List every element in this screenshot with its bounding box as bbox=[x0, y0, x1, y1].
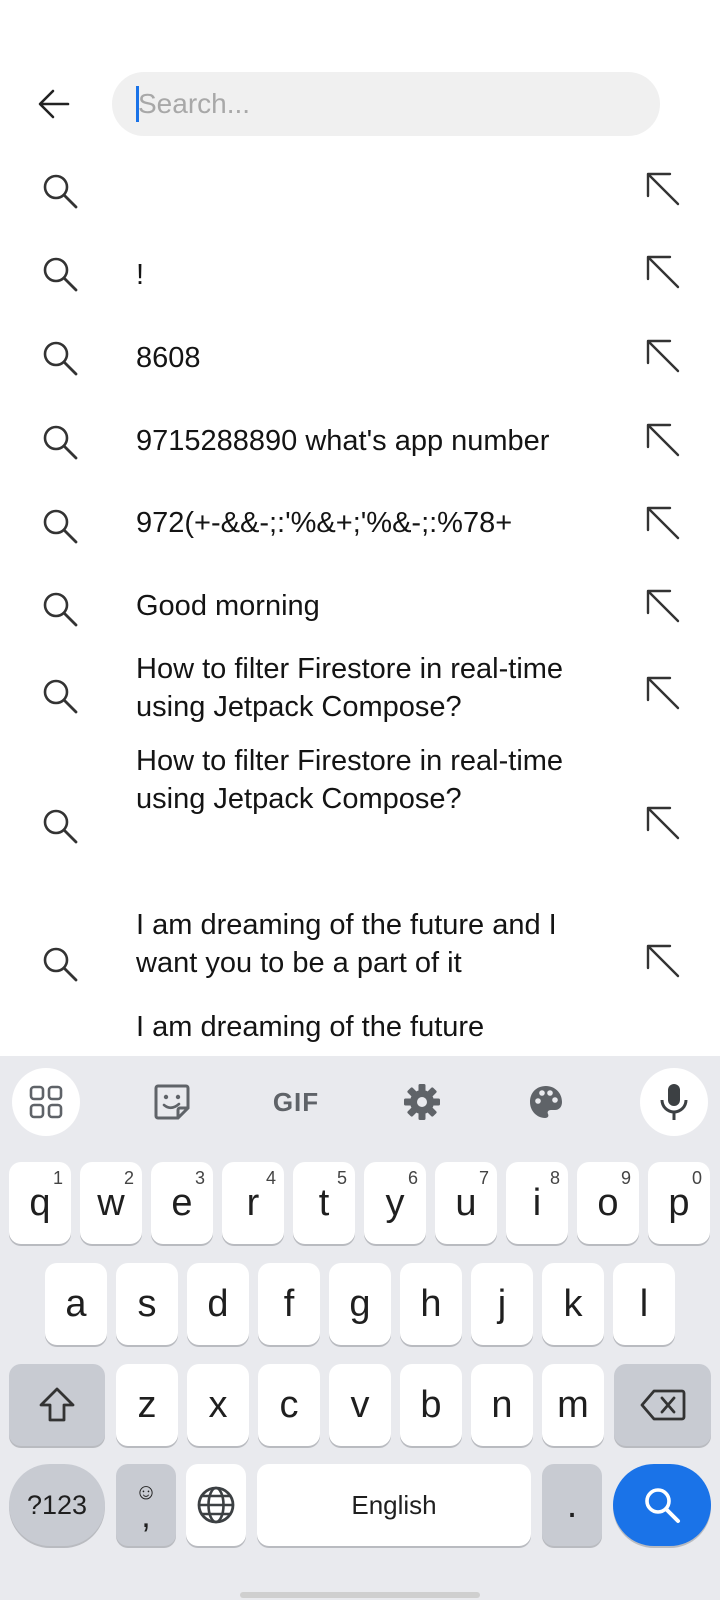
key-n[interactable]: n bbox=[471, 1364, 533, 1446]
text-cursor bbox=[136, 86, 139, 122]
suggestion-text: I am dreaming of the future bbox=[136, 1011, 485, 1043]
search-icon bbox=[43, 425, 78, 460]
key-v[interactable]: v bbox=[329, 1364, 391, 1446]
key-y[interactable]: y6 bbox=[364, 1162, 426, 1244]
globe-icon bbox=[197, 1486, 235, 1524]
key-m[interactable]: m bbox=[542, 1364, 604, 1446]
key-t[interactable]: t5 bbox=[293, 1162, 355, 1244]
arrow-up-left-icon[interactable] bbox=[646, 806, 684, 844]
search-icon bbox=[43, 592, 78, 627]
key-l[interactable]: l bbox=[613, 1263, 675, 1345]
key-q[interactable]: q1 bbox=[9, 1162, 71, 1244]
suggestion-row[interactable]: 9715288890 what's app number bbox=[0, 400, 720, 484]
arrow-up-left-icon[interactable] bbox=[646, 255, 684, 293]
shift-key[interactable] bbox=[9, 1364, 105, 1446]
theme-button[interactable] bbox=[512, 1068, 580, 1136]
keyboard-toolbar: GIF bbox=[0, 1056, 720, 1144]
arrow-up-left-icon[interactable] bbox=[646, 423, 684, 461]
key-e[interactable]: e3 bbox=[151, 1162, 213, 1244]
voice-input-button[interactable] bbox=[640, 1068, 708, 1136]
search-input[interactable] bbox=[138, 72, 638, 136]
suggestion-text: ! bbox=[136, 259, 145, 291]
key-j[interactable]: j bbox=[471, 1263, 533, 1345]
suggestion-row[interactable]: How to filter Firestore in real-time usi… bbox=[0, 742, 720, 900]
suggestion-row[interactable]: I am dreaming of the future and I want y… bbox=[0, 900, 720, 1006]
settings-button[interactable] bbox=[388, 1068, 456, 1136]
arrow-up-left-icon[interactable] bbox=[646, 172, 684, 210]
symbols-key[interactable]: ?123 bbox=[9, 1464, 105, 1546]
key-w[interactable]: w2 bbox=[80, 1162, 142, 1244]
backspace-key[interactable] bbox=[614, 1364, 711, 1446]
suggestion-text: Good morning bbox=[136, 590, 320, 622]
search-icon bbox=[43, 174, 78, 209]
key-a[interactable]: a bbox=[45, 1263, 107, 1345]
microphone-icon bbox=[660, 1084, 688, 1120]
arrow-up-left-icon[interactable] bbox=[646, 589, 684, 627]
key-u[interactable]: u7 bbox=[435, 1162, 497, 1244]
apps-grid-icon bbox=[29, 1085, 63, 1119]
arrow-up-left-icon[interactable] bbox=[646, 339, 684, 377]
suggestion-text: 8608 bbox=[136, 342, 201, 374]
soft-keyboard: GIF q 1 w 2 e 3 r 4 t 5 y 6 u 7 i 8 o 9 … bbox=[0, 1056, 720, 1600]
suggestion-row[interactable]: Good morning bbox=[0, 568, 720, 650]
suggestion-text: 972(+-&&-;:'%&+;'%&-;:%78+ bbox=[136, 507, 513, 539]
search-icon bbox=[43, 679, 78, 714]
suggestion-row[interactable]: 8608 bbox=[0, 316, 720, 400]
suggestion-list: ! 8608 9715288890 what's app number 972(… bbox=[0, 150, 720, 1056]
suggestion-row[interactable]: ! bbox=[0, 232, 720, 316]
suggestion-row[interactable]: I am dreaming of the future bbox=[0, 1006, 720, 1056]
search-icon bbox=[43, 947, 78, 982]
key-r[interactable]: r4 bbox=[222, 1162, 284, 1244]
search-icon bbox=[43, 509, 78, 544]
key-k[interactable]: k bbox=[542, 1263, 604, 1345]
search-action-key[interactable] bbox=[613, 1464, 711, 1546]
language-key[interactable] bbox=[186, 1464, 246, 1546]
key-g[interactable]: g bbox=[329, 1263, 391, 1345]
backspace-icon bbox=[640, 1389, 685, 1421]
comma-key[interactable]: ☺ , bbox=[116, 1464, 176, 1546]
key-o[interactable]: o9 bbox=[577, 1162, 639, 1244]
period-key[interactable]: . bbox=[542, 1464, 602, 1546]
search-icon bbox=[43, 341, 78, 376]
key-h[interactable]: h bbox=[400, 1263, 462, 1345]
key-d[interactable]: d bbox=[187, 1263, 249, 1345]
search-field[interactable] bbox=[112, 72, 660, 136]
search-icon bbox=[645, 1488, 680, 1523]
gif-icon: GIF bbox=[272, 1086, 320, 1117]
key-s[interactable]: s bbox=[116, 1263, 178, 1345]
suggestion-row[interactable] bbox=[0, 150, 720, 232]
palette-icon bbox=[530, 1086, 562, 1118]
gesture-nav-handle[interactable] bbox=[240, 1592, 480, 1598]
settings-gear-icon bbox=[404, 1084, 440, 1120]
arrow-up-left-icon[interactable] bbox=[646, 944, 684, 982]
suggestion-text: How to filter Firestore in real-time usi… bbox=[136, 745, 564, 815]
key-c[interactable]: c bbox=[258, 1364, 320, 1446]
key-x[interactable]: x bbox=[187, 1364, 249, 1446]
arrow-left-icon bbox=[38, 89, 70, 119]
shift-arrow-icon bbox=[39, 1387, 75, 1422]
key-b[interactable]: b bbox=[400, 1364, 462, 1446]
suggestion-row[interactable]: How to filter Firestore in real-time usi… bbox=[0, 650, 720, 742]
suggestion-row[interactable]: 972(+-&&-;:'%&+;'%&-;:%78+ bbox=[0, 484, 720, 568]
suggestion-text: 9715288890 what's app number bbox=[136, 425, 550, 457]
space-key[interactable]: English bbox=[257, 1464, 531, 1546]
search-icon bbox=[43, 257, 78, 292]
sticker-icon bbox=[154, 1084, 190, 1120]
arrow-up-left-icon[interactable] bbox=[646, 676, 684, 714]
apps-grid-button[interactable] bbox=[12, 1068, 80, 1136]
search-header bbox=[0, 0, 720, 150]
suggestion-text: I am dreaming of the future and I want y… bbox=[136, 909, 557, 979]
sticker-button[interactable] bbox=[138, 1068, 206, 1136]
arrow-up-left-icon[interactable] bbox=[646, 506, 684, 544]
key-f[interactable]: f bbox=[258, 1263, 320, 1345]
back-button[interactable] bbox=[26, 76, 82, 132]
key-i[interactable]: i8 bbox=[506, 1162, 568, 1244]
key-p[interactable]: p0 bbox=[648, 1162, 710, 1244]
key-z[interactable]: z bbox=[116, 1364, 178, 1446]
search-icon bbox=[43, 809, 78, 844]
suggestion-text: How to filter Firestore in real-time usi… bbox=[136, 653, 564, 723]
gif-button[interactable]: GIF bbox=[262, 1068, 330, 1136]
